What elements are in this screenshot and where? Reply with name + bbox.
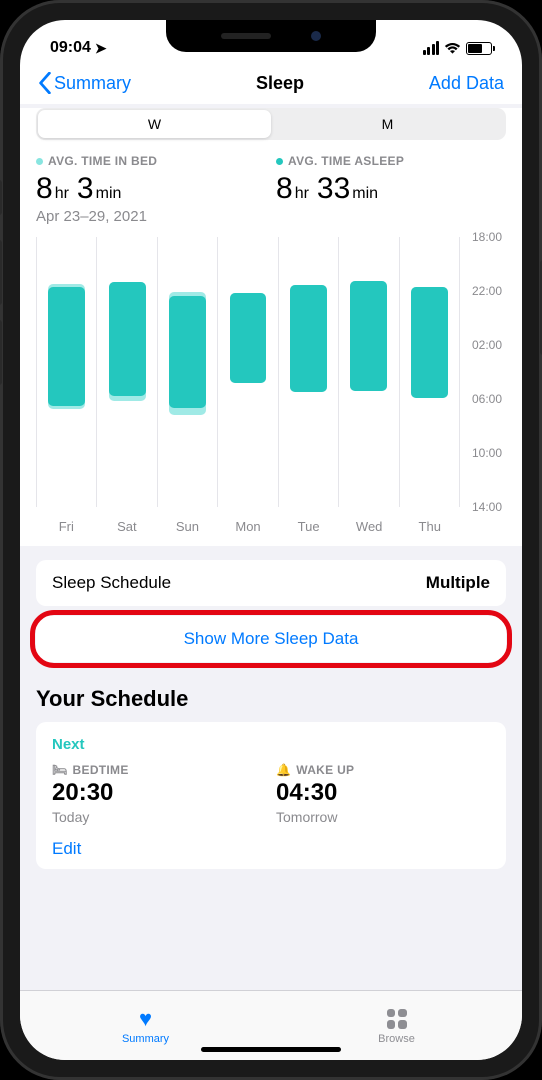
chart-xaxis: FriSatSunMonTueWedThu bbox=[36, 519, 460, 546]
chart-col-fri bbox=[37, 237, 97, 507]
metrics-row: AVG. TIME IN BED 8hr3min Apr 23–29, 2021… bbox=[36, 154, 506, 225]
asleep-bar bbox=[411, 287, 448, 398]
tab-browse-label: Browse bbox=[378, 1033, 415, 1045]
segmented-control[interactable]: W M bbox=[36, 108, 506, 140]
wakeup-block: 🔔 WAKE UP 04:30 Tomorrow bbox=[276, 763, 490, 825]
asleep-bar bbox=[350, 281, 387, 391]
home-indicator[interactable] bbox=[201, 1047, 341, 1052]
show-more-sleep-data-button[interactable]: Show More Sleep Data bbox=[36, 616, 506, 662]
asleep-bar bbox=[48, 287, 85, 406]
asleep-label: AVG. TIME ASLEEP bbox=[288, 154, 404, 168]
asleep-bar bbox=[230, 293, 267, 383]
bed-icon: 🛏 bbox=[52, 763, 68, 777]
metric-asleep: AVG. TIME ASLEEP 8hr33min bbox=[276, 154, 506, 225]
in-bed-min: 3 bbox=[77, 172, 94, 205]
sleep-card: W M AVG. TIME IN BED 8hr3min Apr 23–29, … bbox=[20, 108, 522, 546]
back-button[interactable]: Summary bbox=[38, 72, 131, 94]
notch bbox=[166, 20, 376, 52]
tab-summary-label: Summary bbox=[122, 1033, 169, 1045]
asleep-bar bbox=[169, 296, 206, 409]
volume-up-button bbox=[0, 240, 2, 305]
edit-schedule-button[interactable]: Edit bbox=[52, 839, 490, 859]
chevron-left-icon bbox=[38, 72, 52, 94]
wakeup-label: WAKE UP bbox=[296, 763, 354, 777]
schedule-next-label: Next bbox=[52, 736, 490, 753]
chart-area bbox=[36, 237, 460, 507]
xaxis-label: Sun bbox=[157, 519, 218, 534]
asleep-bar bbox=[109, 282, 146, 396]
battery-icon bbox=[466, 42, 492, 55]
segment-week[interactable]: W bbox=[38, 110, 271, 138]
bedtime-day: Today bbox=[52, 809, 266, 825]
bedtime-block: 🛏 BEDTIME 20:30 Today bbox=[52, 763, 266, 825]
cellular-icon bbox=[423, 41, 440, 55]
mute-switch bbox=[0, 180, 2, 215]
sleep-schedule-label: Sleep Schedule bbox=[52, 573, 171, 593]
asleep-hr: 8 bbox=[276, 172, 293, 205]
show-more-wrap: Show More Sleep Data bbox=[36, 616, 506, 662]
xaxis-label: Mon bbox=[218, 519, 279, 534]
page-title: Sleep bbox=[256, 73, 304, 94]
nav-bar: Summary Sleep Add Data bbox=[20, 64, 522, 104]
bedtime-value: 20:30 bbox=[52, 779, 266, 807]
in-bed-dot bbox=[36, 158, 43, 165]
bell-icon: 🔔 bbox=[276, 763, 291, 777]
in-bed-hr: 8 bbox=[36, 172, 53, 205]
asleep-min: 33 bbox=[317, 172, 350, 205]
date-range: Apr 23–29, 2021 bbox=[36, 208, 266, 225]
chart-col-tue bbox=[279, 237, 339, 507]
bedtime-label: BEDTIME bbox=[73, 763, 129, 777]
xaxis-label: Tue bbox=[278, 519, 339, 534]
metric-in-bed: AVG. TIME IN BED 8hr3min Apr 23–29, 2021 bbox=[36, 154, 266, 225]
status-time: 09:04 bbox=[50, 39, 91, 57]
chart-yaxis: 18:0022:0002:0006:0010:0014:00 bbox=[460, 237, 506, 507]
xaxis-label: Fri bbox=[36, 519, 97, 534]
wakeup-value: 04:30 bbox=[276, 779, 490, 807]
content-scroll[interactable]: W M AVG. TIME IN BED 8hr3min Apr 23–29, … bbox=[20, 104, 522, 990]
sleep-schedule-row[interactable]: Sleep Schedule Multiple bbox=[36, 560, 506, 606]
screen: 09:04 ➤ Summary Sleep Add Data W M bbox=[20, 20, 522, 1060]
segment-month[interactable]: M bbox=[271, 110, 504, 138]
location-icon: ➤ bbox=[95, 40, 107, 57]
chart-col-mon bbox=[218, 237, 278, 507]
xaxis-label: Sat bbox=[97, 519, 158, 534]
add-data-button[interactable]: Add Data bbox=[429, 73, 504, 94]
sleep-chart: 18:0022:0002:0006:0010:0014:00 bbox=[36, 237, 506, 513]
chart-col-thu bbox=[400, 237, 460, 507]
chart-col-sat bbox=[97, 237, 157, 507]
xaxis-label: Thu bbox=[399, 519, 460, 534]
schedule-card: Next 🛏 BEDTIME 20:30 Today 🔔 WAKE UP bbox=[36, 722, 506, 869]
asleep-dot bbox=[276, 158, 283, 165]
volume-down-button bbox=[0, 320, 2, 385]
chart-col-wed bbox=[339, 237, 399, 507]
xaxis-label: Wed bbox=[339, 519, 400, 534]
back-label: Summary bbox=[54, 73, 131, 94]
asleep-bar bbox=[290, 285, 327, 392]
in-bed-label: AVG. TIME IN BED bbox=[48, 154, 157, 168]
chart-col-sun bbox=[158, 237, 218, 507]
grid-icon bbox=[387, 1009, 407, 1029]
device-frame: 09:04 ➤ Summary Sleep Add Data W M bbox=[0, 0, 542, 1080]
wifi-icon bbox=[444, 42, 461, 55]
heart-icon: ♥ bbox=[139, 1006, 152, 1032]
wakeup-day: Tomorrow bbox=[276, 809, 490, 825]
sleep-schedule-value: Multiple bbox=[426, 573, 490, 593]
your-schedule-title: Your Schedule bbox=[20, 662, 522, 722]
